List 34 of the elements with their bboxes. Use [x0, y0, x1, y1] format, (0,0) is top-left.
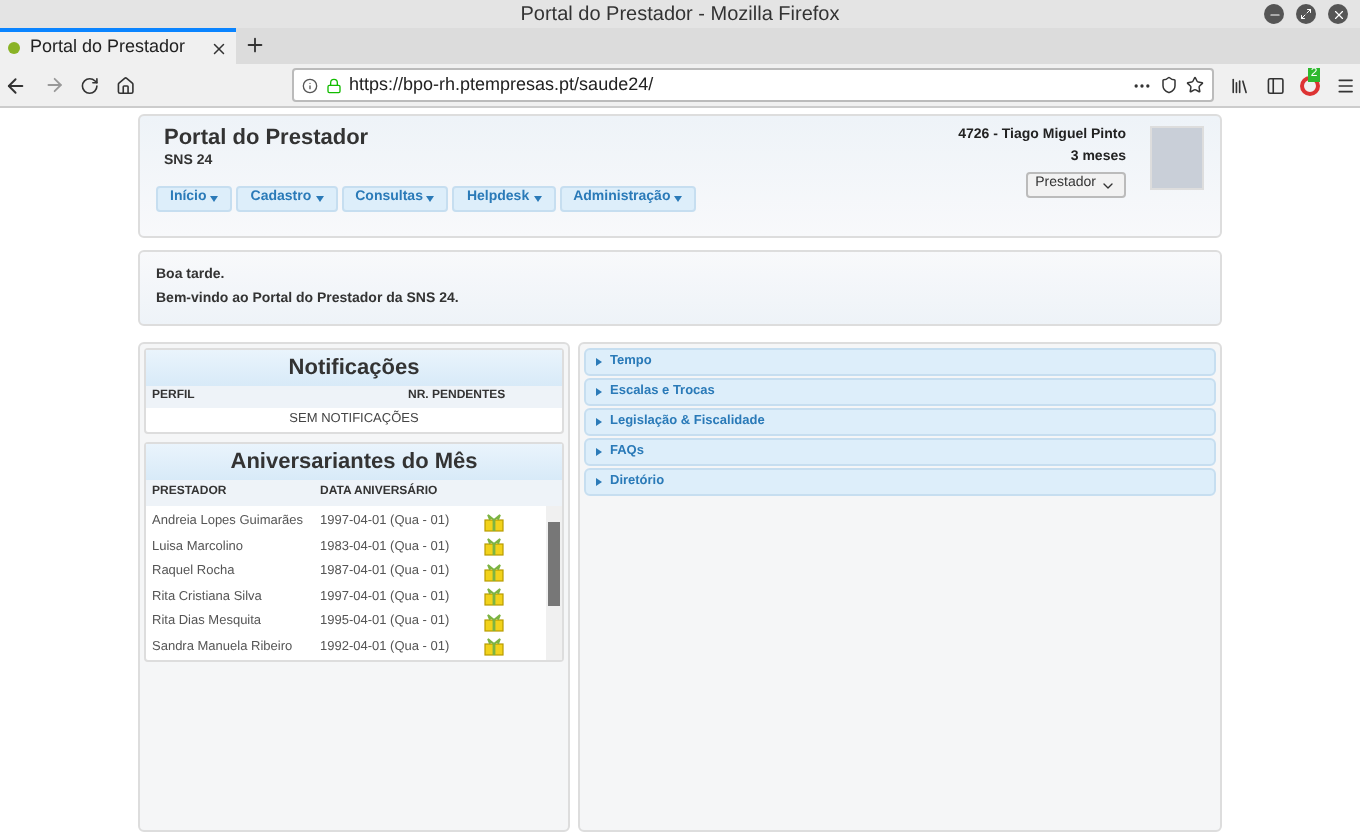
gift-icon: [484, 513, 504, 532]
home-icon[interactable]: [115, 75, 135, 95]
dropdown-icon: [533, 195, 542, 201]
notifications-title: Notificações: [146, 350, 562, 386]
dropdown-icon: [210, 195, 219, 201]
sidebar-icon[interactable]: [1265, 75, 1285, 95]
minimize-icon[interactable]: [1264, 4, 1284, 24]
dropdown-icon: [674, 195, 683, 201]
scrollbar[interactable]: [546, 506, 562, 660]
browser-tab[interactable]: Portal do Prestador: [0, 28, 236, 64]
dropdown-icon: [426, 195, 435, 201]
window-title: Portal do Prestador - Mozilla Firefox: [520, 1, 840, 29]
address-bar[interactable]: https://bpo-rh.ptempresas.pt/saude24/: [291, 68, 1215, 102]
favicon-icon: [8, 42, 20, 54]
gift-icon: [484, 563, 504, 582]
gift-icon: [484, 613, 504, 632]
avatar-placeholder: [1150, 126, 1204, 190]
maximize-icon[interactable]: [1296, 4, 1316, 24]
portal-title: Portal do Prestador: [164, 126, 371, 152]
menu-icon[interactable]: [1336, 75, 1357, 95]
birthdays-title: Aniversariantes do Mês: [146, 444, 562, 480]
library-icon[interactable]: [1230, 75, 1250, 95]
close-tab-icon[interactable]: [210, 39, 228, 57]
info-icon[interactable]: [301, 77, 317, 93]
gift-icon: [484, 638, 504, 657]
bookmark-star-icon[interactable]: [1186, 76, 1205, 94]
dropdown-icon: [315, 195, 324, 201]
new-tab-icon[interactable]: [244, 34, 266, 56]
back-icon[interactable]: [4, 73, 28, 97]
close-icon[interactable]: [1328, 4, 1348, 24]
gift-icon: [484, 588, 504, 607]
gift-icon: [484, 538, 504, 557]
lock-icon: [325, 77, 341, 93]
reload-icon[interactable]: [80, 75, 100, 95]
